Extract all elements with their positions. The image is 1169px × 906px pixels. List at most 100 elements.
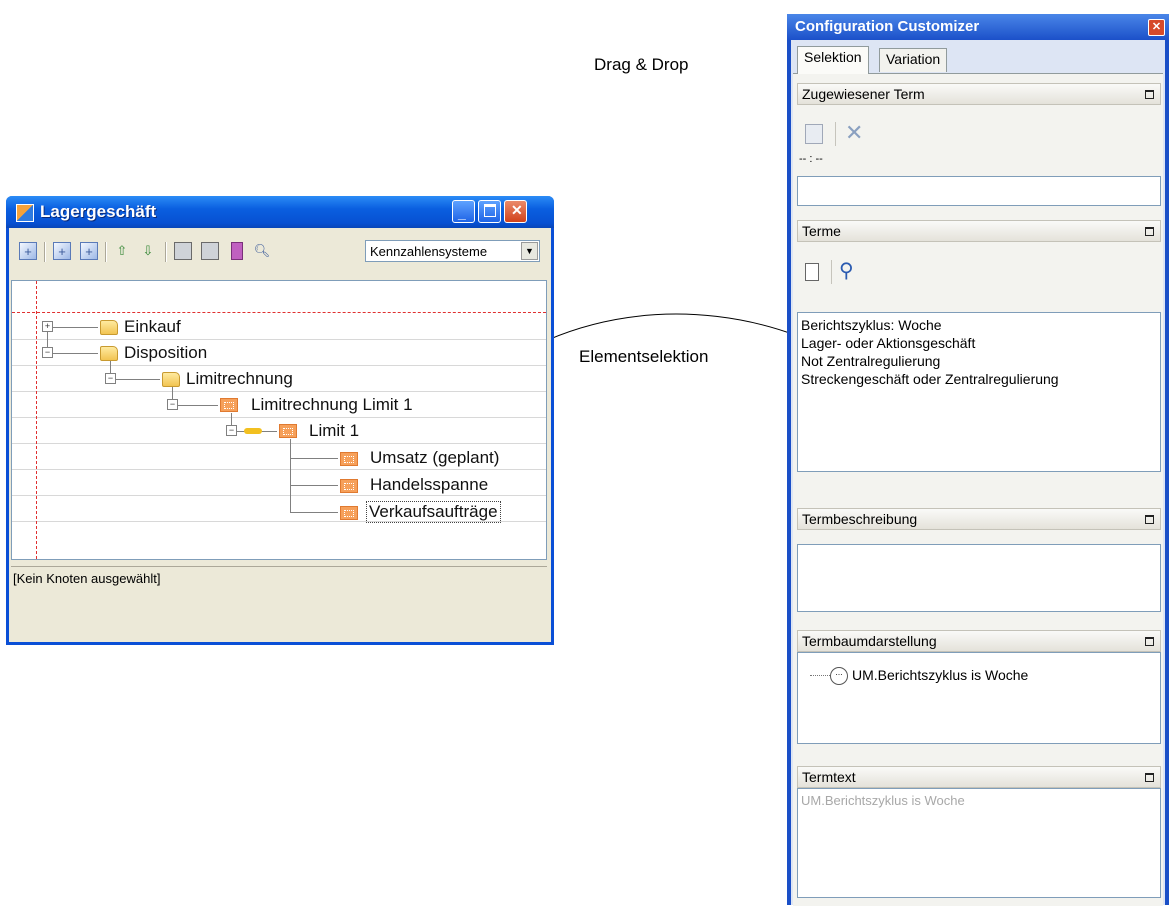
maximize-icon[interactable] [1145, 637, 1154, 646]
maximize-icon [484, 204, 496, 217]
expand-icon[interactable]: + [42, 321, 53, 332]
move-up-icon[interactable]: ⇧ [113, 242, 131, 260]
section-header-terms[interactable]: Terme [797, 220, 1161, 242]
term-tree-node-label[interactable]: UM.Berichtszyklus is Woche [852, 667, 1028, 683]
close-icon[interactable]: ✕ [1148, 19, 1165, 36]
list-item[interactable]: Not Zentralregulierung [798, 352, 1160, 370]
row-divider [12, 495, 546, 496]
tree-connector [290, 458, 338, 459]
row-divider [12, 339, 546, 340]
view-select-value: Kennzahlensysteme [370, 244, 488, 259]
list-item[interactable]: Lager- oder Aktionsgeschäft [798, 334, 1160, 352]
toolbar-separator [105, 242, 107, 262]
tab-selektion[interactable]: Selektion [797, 46, 869, 74]
tree-connector [53, 353, 98, 354]
add-node-icon[interactable]: + [80, 242, 98, 260]
guide-line-horizontal [12, 312, 546, 313]
toolbar: + + + ⇧ ⇩ 🔍︎ Kennzahlensysteme ▼ [9, 230, 551, 276]
app-icon [16, 204, 34, 222]
close-button[interactable]: ✕ [504, 200, 527, 223]
add-sibling-icon[interactable]: + [19, 242, 37, 260]
tree-node-label-selected[interactable]: Verkaufsaufträge [366, 501, 501, 523]
description-box[interactable] [797, 544, 1161, 612]
tree-node-label[interactable]: Limitrechnung Limit 1 [251, 395, 413, 415]
window-titlebar[interactable]: Lagergeschäft _ ✕ [6, 196, 554, 228]
tree-connector [116, 379, 160, 380]
row-divider [12, 443, 546, 444]
maximize-icon[interactable] [1145, 773, 1154, 782]
search-icon[interactable]: ⚲ [839, 258, 854, 283]
guide-line-vertical [36, 281, 37, 559]
preview-icon[interactable]: 🔍︎ [253, 242, 271, 260]
tree-node-label[interactable]: Limit 1 [309, 421, 359, 441]
folder-icon [100, 320, 118, 335]
terms-list[interactable]: Berichtszyklus: Woche Lager- oder Aktion… [797, 312, 1161, 472]
tree-view[interactable]: + Einkauf − Disposition − Limitrechnung … [11, 280, 547, 560]
maximize-button[interactable] [478, 200, 501, 223]
node-icon [340, 452, 358, 466]
maximize-icon[interactable] [1145, 515, 1154, 524]
toolbar-separator [44, 242, 46, 262]
collapse-icon[interactable]: − [42, 347, 53, 358]
move-down-icon[interactable]: ⇩ [139, 242, 157, 260]
section-header-term-text[interactable]: Termtext [797, 766, 1161, 788]
tab-variation[interactable]: Variation [879, 48, 948, 72]
toolbar-separator [165, 242, 167, 262]
tree-connector [290, 512, 338, 513]
minimize-button[interactable]: _ [452, 200, 475, 223]
section-title: Termbaumdarstellung [802, 633, 937, 649]
chevron-down-icon[interactable]: ▼ [521, 242, 538, 260]
panel-titlebar[interactable]: Configuration Customizer ✕ [787, 14, 1169, 40]
row-divider [12, 391, 546, 392]
delete-icon[interactable]: ✕ [845, 120, 863, 146]
term-tree-box[interactable]: ⋯ UM.Berichtszyklus is Woche [797, 652, 1161, 744]
print-icon[interactable] [174, 242, 192, 260]
term-text-box[interactable]: UM.Berichtszyklus is Woche [797, 788, 1161, 898]
list-item[interactable]: Berichtszyklus: Woche [798, 316, 1160, 334]
section-title: Terme [802, 223, 841, 239]
print-settings-icon[interactable] [201, 242, 219, 260]
assigned-term-input[interactable] [797, 176, 1161, 206]
row-divider [12, 365, 546, 366]
node-icon [340, 506, 358, 520]
section-header-assigned-term[interactable]: Zugewiesener Term [797, 83, 1161, 105]
minimize-icon: _ [458, 205, 466, 221]
assign-term-icon[interactable] [805, 124, 823, 144]
collapse-icon[interactable]: − [167, 399, 178, 410]
close-icon: ✕ [511, 202, 523, 218]
book-icon[interactable] [231, 242, 243, 260]
node-icon [220, 398, 238, 412]
node-icon [340, 479, 358, 493]
folder-icon [100, 346, 118, 361]
node-icon [279, 424, 297, 438]
maximize-icon[interactable] [1145, 90, 1154, 99]
tree-node-label[interactable]: Disposition [124, 343, 207, 363]
tree-connector [290, 439, 291, 512]
toolbar-separator [831, 260, 832, 284]
folder-icon [162, 372, 180, 387]
tree-node-label[interactable]: Limitrechnung [186, 369, 293, 389]
key-icon [244, 428, 262, 434]
add-child-icon[interactable]: + [53, 242, 71, 260]
view-select[interactable]: Kennzahlensysteme ▼ [365, 240, 540, 262]
row-divider [12, 469, 546, 470]
tree-connector [810, 675, 830, 676]
lagergeschaeft-window: Lagergeschäft _ ✕ + + + ⇧ ⇩ 🔍︎ Kennzahle… [6, 196, 554, 645]
collapse-icon[interactable]: − [226, 425, 237, 436]
tree-connector [290, 485, 338, 486]
section-header-description[interactable]: Termbeschreibung [797, 508, 1161, 530]
assigned-term-value: -- : -- [799, 153, 823, 165]
list-item[interactable]: Streckengeschäft oder Zentralregulierung [798, 370, 1160, 388]
tree-connector [53, 327, 98, 328]
new-document-icon[interactable] [805, 263, 819, 281]
tree-node-label[interactable]: Handelsspanne [370, 475, 488, 495]
maximize-icon[interactable] [1145, 227, 1154, 236]
row-divider [12, 417, 546, 418]
tree-node-label[interactable]: Einkauf [124, 317, 181, 337]
tree-connector [178, 405, 218, 406]
section-header-tree-view[interactable]: Termbaumdarstellung [797, 630, 1161, 652]
toolbar-separator [835, 122, 836, 146]
collapse-icon[interactable]: − [105, 373, 116, 384]
tree-node-label[interactable]: Umsatz (geplant) [370, 448, 499, 468]
section-title: Termbeschreibung [802, 511, 918, 527]
